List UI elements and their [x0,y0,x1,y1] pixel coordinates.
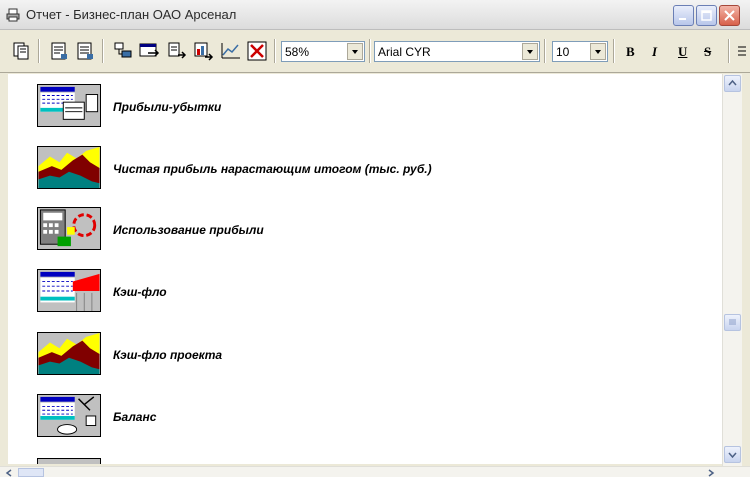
page-lines-icon[interactable] [74,40,96,62]
bold-button[interactable]: B [626,44,635,60]
report-item-label: Прибыли-убытки [113,100,222,114]
chevron-down-icon [595,50,601,54]
area-chart-icon [37,332,101,375]
report-item-balance[interactable]: Баланс [37,394,637,440]
font-size-value: 10 [556,45,570,59]
line-chart-icon[interactable] [220,40,242,62]
report-item-partial [37,458,101,464]
font-name-select[interactable]: Arial CYR [374,41,540,62]
chevron-down-icon [527,50,533,54]
vertical-scrollbar[interactable] [722,74,742,466]
maximize-icon [701,10,712,21]
scroll-up-button[interactable] [724,75,741,92]
report-item-label: Кэш-фло [113,285,167,299]
export-icon[interactable] [166,40,188,62]
horizontal-scrollbar[interactable] [0,466,750,477]
font-size-dropdown-button[interactable] [590,43,606,60]
chevron-down-icon [352,50,358,54]
font-size-select[interactable]: 10 [552,41,608,62]
zoom-dropdown-button[interactable] [347,43,363,60]
close-icon [724,10,735,21]
close-button[interactable] [719,5,740,26]
align-icon[interactable] [738,46,746,58]
area-chart-icon [37,146,101,189]
font-name-dropdown-button[interactable] [522,43,538,60]
strikethrough-button[interactable]: S [704,44,711,60]
chevron-down-icon [728,452,737,459]
table-doc-icon [37,84,101,127]
report-item-label: Использование прибыли [113,223,264,237]
table-flow-icon [37,269,101,312]
chevron-right-icon[interactable] [706,468,716,477]
report-item-label: Кэш-фло проекта [113,348,223,362]
chevron-left-icon[interactable] [4,468,14,477]
calculator-cycle-icon [37,207,101,250]
scroll-down-button[interactable] [724,446,741,463]
italic-button[interactable]: I [652,44,657,60]
delete-icon[interactable] [246,40,268,62]
report-item-net-profit[interactable]: Чистая прибыль нарастающим итогом (тыс. … [37,146,637,192]
title-bar[interactable]: Отчет - Бизнес-план ОАО Арсенал [0,0,750,30]
report-item-profit-loss[interactable]: Прибыли-убытки [37,84,637,130]
report-item-project-cash-flow[interactable]: Кэш-фло проекта [37,332,637,378]
zoom-select[interactable]: 58% [281,41,365,62]
report-item-label: Чистая прибыль нарастающим итогом (тыс. … [113,162,432,176]
window-arrow-icon[interactable] [138,40,160,62]
tree-icon[interactable] [112,40,134,62]
report-item-cash-flow[interactable]: Кэш-фло [37,269,637,315]
zoom-value: 58% [285,45,310,59]
copy-pages-icon[interactable] [10,40,32,62]
chart-export-icon[interactable] [192,40,214,62]
maximize-button[interactable] [696,5,717,26]
window-title: Отчет - Бизнес-план ОАО Арсенал [26,7,237,22]
hscroll-thumb[interactable] [18,468,44,477]
report-item-profit-usage[interactable]: Использование прибыли [37,207,637,253]
font-name-value: Arial CYR [378,45,431,59]
toolbar: 58% Arial CYR 10 B I U S [0,31,750,73]
balance-scale-icon [37,394,101,437]
minimize-icon [679,18,686,20]
chevron-up-icon [728,79,737,86]
grip-icon [729,319,736,325]
minimize-button[interactable] [673,5,694,26]
scroll-thumb[interactable] [724,314,741,331]
printer-icon [6,8,20,22]
report-item-label: Баланс [113,410,157,424]
report-view[interactable]: Прибыли-убытки Чистая прибыль нарастающи… [8,74,722,464]
underline-button[interactable]: U [678,44,687,60]
page-icon[interactable] [48,40,70,62]
